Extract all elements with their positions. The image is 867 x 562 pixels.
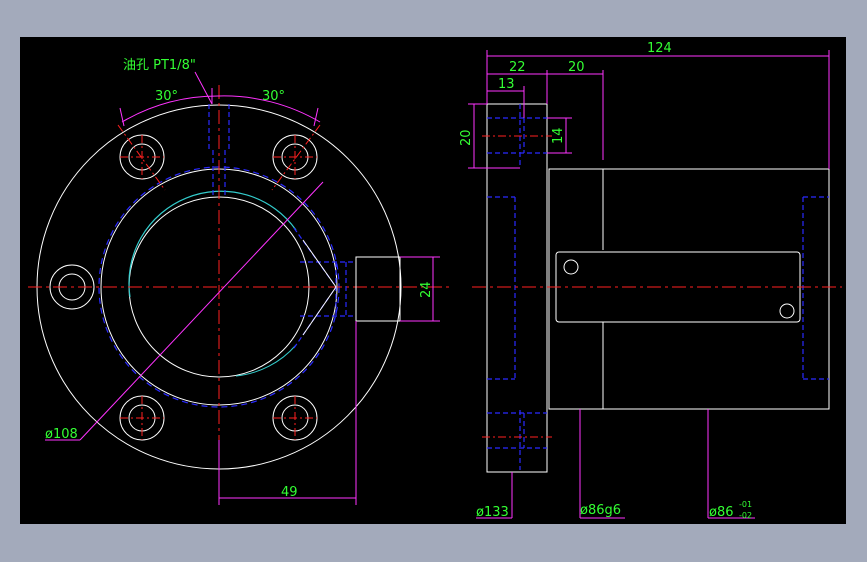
front-dimensions — [45, 71, 440, 505]
bolt-hole-bottom-right — [272, 395, 318, 441]
dim-22: 22 — [509, 60, 526, 75]
front-view: 油孔 PT1/8" 30° 30° 24 49 ø108 — [28, 58, 452, 505]
oil-hole-callout: 油孔 PT1/8" — [123, 58, 196, 73]
dim-86-tolerance-upper: -01 — [739, 500, 752, 509]
dim-total-124: 124 — [647, 41, 672, 56]
side-port — [293, 227, 401, 349]
thread-arc — [128, 190, 297, 298]
slot-hole-right — [779, 303, 795, 319]
dim-diameter-86: ø86 — [709, 505, 734, 520]
angle-left-label: 30° — [155, 89, 178, 104]
nut-body — [548, 168, 830, 410]
thread-arc-lower — [235, 344, 297, 377]
dim-diameter-108: ø108 — [45, 427, 78, 442]
slot-hole-left — [563, 259, 579, 275]
bolt-hole-top-right — [272, 134, 318, 180]
angle-right-label: 30° — [262, 89, 285, 104]
cad-drawing: 油孔 PT1/8" 30° 30° 24 49 ø108 124 22 20 1… — [28, 41, 842, 520]
bolt-hole-bottom-left — [119, 395, 165, 441]
dim-width-49: 49 — [281, 485, 298, 500]
bolt-hole-top-left — [119, 134, 165, 180]
dim-13: 13 — [498, 77, 515, 92]
dim-20-top: 20 — [568, 60, 585, 75]
dim-diameter-86g6: ø86g6 — [580, 503, 621, 518]
dim-14: 14 — [551, 127, 566, 144]
dim-diameter-133: ø133 — [476, 505, 509, 520]
dim-86-tolerance-lower: -02 — [739, 511, 752, 520]
side-view: 124 22 20 13 20 14 ø133 ø86g6 ø86 -01 -0… — [459, 41, 842, 520]
dim-20-left: 20 — [459, 129, 474, 146]
flange-body — [486, 103, 548, 473]
dim-height-24: 24 — [419, 281, 434, 298]
